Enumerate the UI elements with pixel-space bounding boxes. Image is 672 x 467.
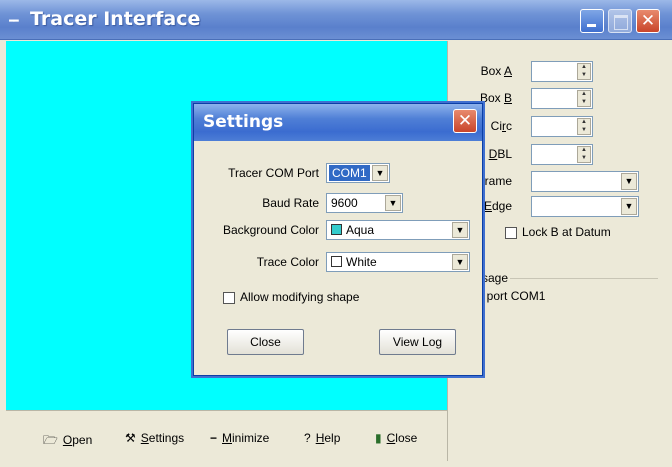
baud-rate-select[interactable]: 9600 ▼	[326, 193, 403, 213]
box-b-spin-buttons[interactable]: ▲ ▼	[577, 90, 591, 107]
chevron-down-icon[interactable]: ▼	[621, 173, 637, 190]
edge-label: Edge	[483, 199, 512, 213]
minimize-button[interactable]	[580, 9, 604, 33]
settings-dialog-titlebar[interactable]: Settings ✕	[194, 104, 482, 141]
settings-button[interactable]: ⚒ Settings	[125, 431, 184, 445]
box-a-row: Box A ▲ ▼	[448, 61, 668, 83]
background-color-label: Background Color	[222, 223, 319, 237]
box-b-label: Box B	[479, 91, 512, 105]
bottom-toolbar: 🗁 Open ⚒ Settings − Minimize ? Help ▮ Close	[6, 410, 447, 462]
spin-down-icon[interactable]: ▼	[580, 155, 588, 161]
minimize-icon: −	[210, 431, 218, 445]
help-icon: ?	[304, 431, 311, 445]
chevron-down-icon[interactable]: ▼	[385, 195, 401, 211]
spin-up-icon[interactable]: ▲	[580, 64, 588, 70]
close-door-icon: ▮	[375, 431, 382, 445]
baud-rate-label: Baud Rate	[262, 196, 319, 210]
circ-spin-buttons[interactable]: ▲ ▼	[577, 118, 591, 135]
circ-label: Circ	[490, 119, 512, 133]
baud-rate-row: Baud Rate 9600 ▼	[194, 193, 482, 215]
background-color-select[interactable]: Aqua ▼	[326, 220, 470, 240]
allow-modify-label: Allow modifying shape	[240, 290, 360, 304]
spin-up-icon[interactable]: ▲	[580, 147, 588, 153]
box-a-spin-buttons[interactable]: ▲ ▼	[577, 63, 591, 80]
chevron-down-icon[interactable]: ▼	[621, 198, 637, 215]
background-color-row: Background Color Aqua ▼	[194, 220, 482, 242]
box-a-label: Box A	[480, 64, 512, 78]
chevron-down-icon[interactable]: ▼	[452, 222, 468, 238]
edge-combo[interactable]: ▼	[531, 196, 639, 217]
com-port-value: COM1	[329, 165, 370, 181]
allow-modify-checkbox[interactable]	[223, 292, 235, 304]
folder-open-icon: 🗁	[43, 433, 58, 447]
com-port-row: Tracer COM Port COM1 ▼	[194, 163, 482, 185]
lock-b-checkbox[interactable]	[505, 227, 517, 239]
settings-close-button[interactable]: Close	[227, 329, 304, 355]
trace-color-value: White	[346, 255, 377, 269]
view-log-button[interactable]: View Log	[379, 329, 456, 355]
com-port-label: Tracer COM Port	[228, 166, 319, 180]
window-title: Tracer Interface	[30, 8, 201, 30]
dbl-spinner[interactable]: ▲ ▼	[531, 144, 593, 165]
minimize-toolbar-button[interactable]: − Minimize	[210, 431, 269, 445]
spin-down-icon[interactable]: ▼	[580, 99, 588, 105]
settings-dialog-title: Settings	[203, 112, 284, 132]
trace-color-label: Trace Color	[256, 255, 319, 269]
trace-color-swatch	[331, 256, 342, 267]
settings-close-x-button[interactable]: ✕	[453, 109, 477, 133]
close-icon: ✕	[640, 11, 656, 31]
circ-spinner[interactable]: ▲ ▼	[531, 116, 593, 137]
message-group-title: sage	[480, 271, 511, 285]
help-button[interactable]: ? Help	[304, 431, 340, 445]
title-bar[interactable]: ▬▬ Tracer Interface ✕	[0, 0, 672, 40]
dbl-label: DBL	[488, 147, 512, 161]
close-icon: ✕	[457, 111, 473, 131]
trace-color-row: Trace Color White ▼	[194, 252, 482, 274]
frame-combo[interactable]: ▼	[531, 171, 639, 192]
close-window-button[interactable]: ✕	[636, 9, 660, 33]
app-icon: ▬▬	[9, 15, 19, 25]
trace-color-select[interactable]: White ▼	[326, 252, 470, 272]
spin-up-icon[interactable]: ▲	[580, 91, 588, 97]
background-color-value: Aqua	[346, 223, 375, 237]
com-port-select[interactable]: COM1 ▼	[326, 163, 390, 183]
lock-b-label: Lock B at Datum	[522, 225, 611, 239]
spin-down-icon[interactable]: ▼	[580, 127, 588, 133]
spin-down-icon[interactable]: ▼	[580, 72, 588, 78]
close-app-button[interactable]: ▮ Close	[375, 431, 417, 445]
baud-rate-value: 9600	[331, 196, 358, 210]
frame-label: rame	[484, 174, 512, 188]
settings-dialog: Settings ✕ Tracer COM Port COM1 ▼ Baud R…	[193, 103, 483, 376]
dbl-spin-buttons[interactable]: ▲ ▼	[577, 146, 591, 163]
chevron-down-icon[interactable]: ▼	[372, 165, 388, 181]
chevron-down-icon[interactable]: ▼	[452, 254, 468, 270]
settings-icon: ⚒	[125, 431, 136, 445]
background-color-swatch	[331, 224, 342, 235]
open-button[interactable]: 🗁 Open	[43, 431, 92, 452]
box-a-spinner[interactable]: ▲ ▼	[531, 61, 593, 82]
spin-up-icon[interactable]: ▲	[580, 119, 588, 125]
box-b-spinner[interactable]: ▲ ▼	[531, 88, 593, 109]
maximize-button[interactable]	[608, 9, 632, 33]
